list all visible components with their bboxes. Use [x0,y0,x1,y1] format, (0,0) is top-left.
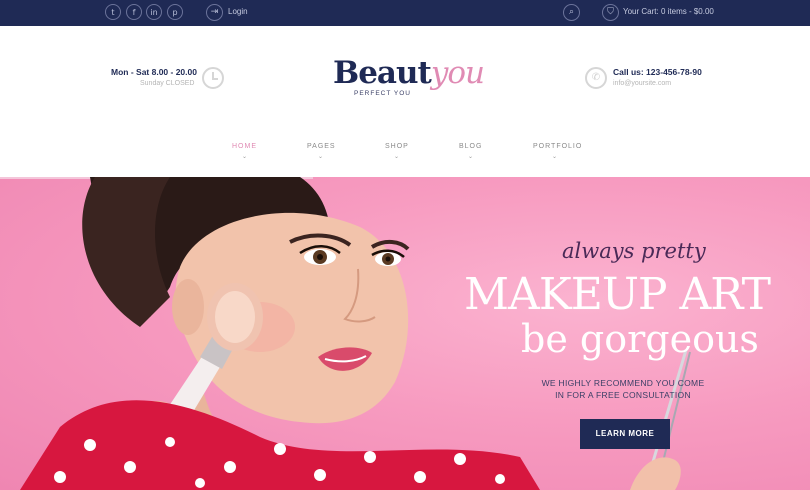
hero-banner: always pretty MAKEUP ART be gorgeous WE … [0,177,810,490]
pinterest-icon[interactable]: p [167,4,183,20]
logo-tagline: PERFECT YOU [354,90,411,97]
closed-day: Sunday CLOSED [140,80,195,87]
nav-item-shop[interactable]: SHOP [385,143,409,150]
phone-icon: ✆ [585,67,607,89]
login-link[interactable]: Login [228,7,248,16]
chevron-down-icon: ⌄ [468,153,474,160]
search-icon[interactable]: ⌕ [563,4,580,21]
phone-number[interactable]: Call us: 123-456-78-90 [613,67,702,77]
nav-item-home[interactable]: HOME [232,143,257,150]
logo-text-primary: Beaut [333,55,432,91]
opening-hours: Mon - Sat 8.00 - 20.00 [111,67,197,77]
chevron-down-icon: ⌄ [552,153,558,160]
clock-icon [202,67,224,89]
contact-email[interactable]: info@yoursite.com [613,80,671,87]
chevron-down-icon: ⌄ [394,153,400,160]
hero-headline: MAKEUP ART [464,269,771,320]
chevron-down-icon: ⌄ [242,153,248,160]
site-logo[interactable]: Beautyou [333,53,485,93]
top-bar: t f in p ⇥ Login ⌕ ⛉ Your Cart: 0 items … [0,0,810,26]
chevron-down-icon: ⌄ [318,153,324,160]
hero-note-line-1: WE HIGHLY RECOMMEND YOU COME [541,378,705,388]
linkedin-icon[interactable]: in [146,4,162,20]
nav-item-portfolio[interactable]: PORTFOLIO [533,143,582,150]
hero-note-line-2: IN FOR A FREE CONSULTATION [555,390,691,400]
twitter-icon[interactable]: t [105,4,121,20]
hero-note: WE HIGHLY RECOMMEND YOU COME IN FOR A FR… [537,377,709,401]
cart-icon[interactable]: ⛉ [602,4,619,21]
tweezers-illustration [630,349,691,490]
learn-more-button[interactable]: LEARN MORE [580,419,670,449]
model-photo [20,177,540,490]
facebook-icon[interactable]: f [126,4,142,20]
logo-text-accent: you [430,55,485,91]
hero-subheadline: be gorgeous [521,317,759,361]
nav-item-pages[interactable]: PAGES [307,143,336,150]
login-icon[interactable]: ⇥ [206,4,223,21]
hero-script-title: always pretty [562,239,706,263]
nav-item-blog[interactable]: BLOG [459,143,482,150]
cart-summary[interactable]: Your Cart: 0 items - $0.00 [623,7,714,16]
